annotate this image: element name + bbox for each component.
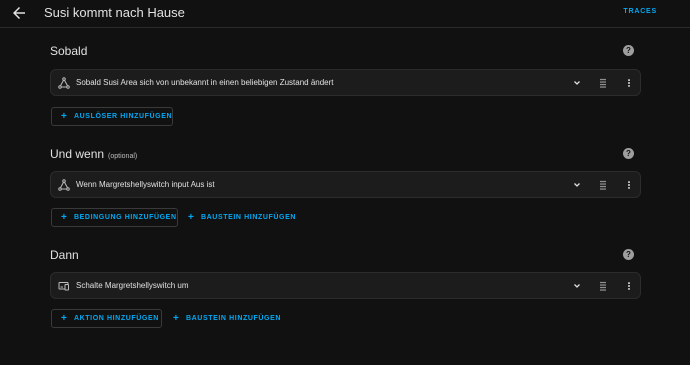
add-condition-building-block-button[interactable]: + BAUSTEIN HINZUFÜGEN xyxy=(188,208,296,227)
action-description: Schalte Margretshellyswitch um xyxy=(76,281,189,290)
add-action-button[interactable]: + AKTION HINZUFÜGEN xyxy=(51,309,162,328)
dots-vertical-icon[interactable] xyxy=(624,77,634,89)
add-trigger-label: AUSLÖSER HINZUFÜGEN xyxy=(74,113,173,120)
triggers-section-title: Sobald xyxy=(50,44,87,58)
help-circle-icon[interactable]: ? xyxy=(623,148,634,159)
help-circle-icon[interactable]: ? xyxy=(623,249,634,260)
trigger-card[interactable]: Sobald Susi Area sich von unbekannt in e… xyxy=(50,69,641,96)
plus-icon: + xyxy=(61,313,68,324)
chevron-down-icon[interactable] xyxy=(571,77,583,89)
action-card[interactable]: Schalte Margretshellyswitch um xyxy=(50,272,641,299)
add-condition-building-block-label: BAUSTEIN HINZUFÜGEN xyxy=(201,214,297,221)
add-condition-button[interactable]: + BEDINGUNG HINZUFÜGEN xyxy=(51,208,178,227)
arrow-left-icon[interactable] xyxy=(10,4,28,22)
drag-handle-icon[interactable] xyxy=(597,179,609,191)
device-icon xyxy=(58,282,69,291)
dots-vertical-icon[interactable] xyxy=(624,179,634,191)
page-title: Susi kommt nach Hause xyxy=(44,5,185,20)
triggers-title-label: Sobald xyxy=(50,44,88,58)
chevron-down-icon[interactable] xyxy=(571,280,583,292)
drag-handle-icon[interactable] xyxy=(597,77,609,89)
conditions-title-label: Und wenn xyxy=(50,147,105,161)
condition-card[interactable]: Wenn Margretshellyswitch input Aus ist xyxy=(50,171,641,198)
chevron-down-icon[interactable] xyxy=(571,179,583,191)
top-app-bar: Susi kommt nach Hause TRACES xyxy=(0,0,690,28)
plus-icon: + xyxy=(61,212,68,223)
optional-label: (optional) xyxy=(108,153,138,160)
drag-handle-icon[interactable] xyxy=(597,280,609,292)
traces-button[interactable]: TRACES xyxy=(623,8,657,15)
graph-node-icon xyxy=(58,77,70,89)
dots-vertical-icon[interactable] xyxy=(624,280,634,292)
add-trigger-button[interactable]: + AUSLÖSER HINZUFÜGEN xyxy=(51,107,173,126)
conditions-section-title: Und wenn (optional) xyxy=(50,147,137,161)
plus-icon: + xyxy=(188,212,195,223)
actions-title-label: Dann xyxy=(50,248,79,262)
graph-node-icon xyxy=(58,179,70,191)
actions-section-title: Dann xyxy=(50,248,79,262)
add-condition-label: BEDINGUNG HINZUFÜGEN xyxy=(74,214,177,221)
add-action-building-block-button[interactable]: + BAUSTEIN HINZUFÜGEN xyxy=(173,309,281,328)
plus-icon: + xyxy=(173,313,180,324)
help-circle-icon[interactable]: ? xyxy=(623,45,634,56)
add-action-label: AKTION HINZUFÜGEN xyxy=(74,315,159,322)
trigger-description: Sobald Susi Area sich von unbekannt in e… xyxy=(76,78,334,87)
add-action-building-block-label: BAUSTEIN HINZUFÜGEN xyxy=(186,315,282,322)
condition-description: Wenn Margretshellyswitch input Aus ist xyxy=(76,180,215,189)
plus-icon: + xyxy=(61,111,68,122)
